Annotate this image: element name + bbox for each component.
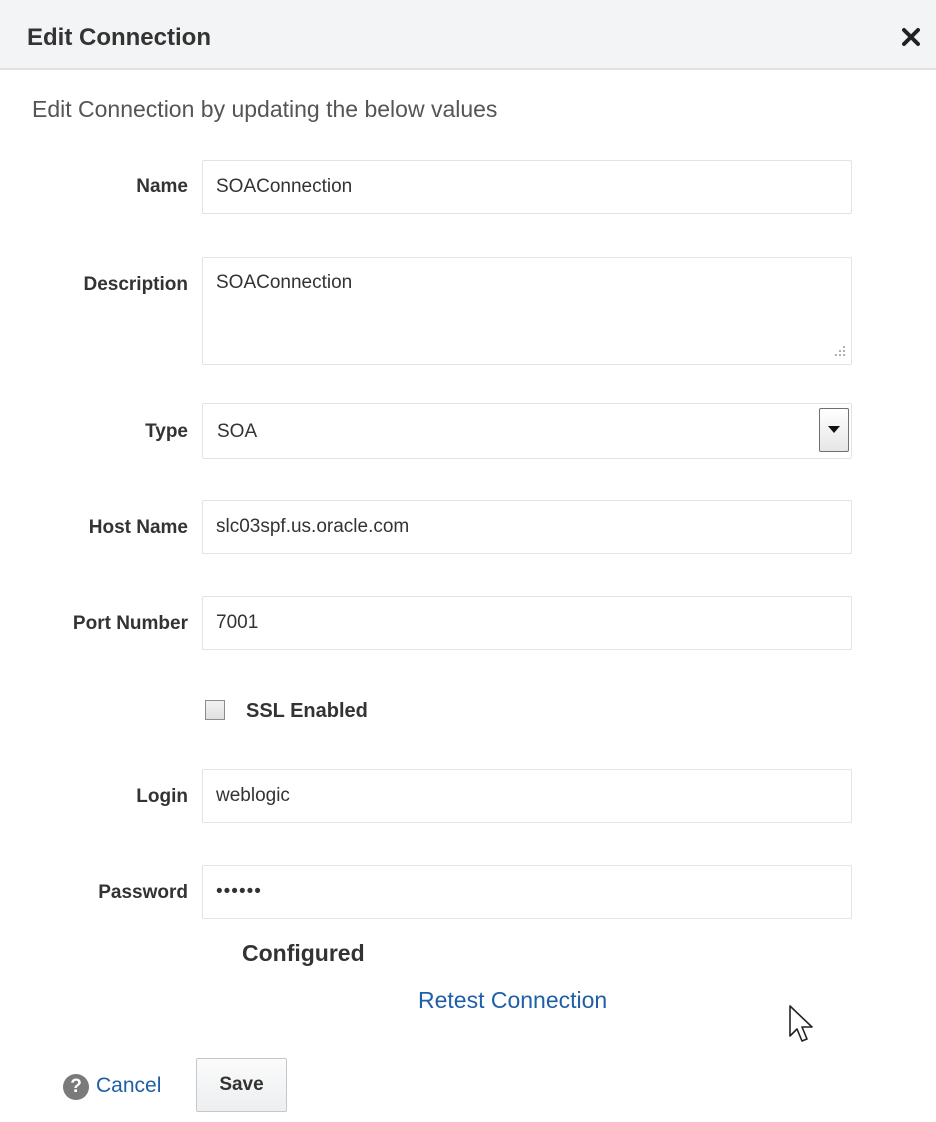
save-button[interactable]: Save (196, 1058, 287, 1112)
cancel-link[interactable]: Cancel (96, 1074, 161, 1098)
dialog-subtitle: Edit Connection by updating the below va… (32, 96, 498, 122)
type-select-value: SOA (217, 421, 258, 442)
ssl-enabled-label[interactable]: SSL Enabled (246, 700, 368, 723)
close-button[interactable] (896, 22, 926, 52)
type-select[interactable]: SOA (202, 403, 852, 459)
port-number-label: Port Number (72, 613, 188, 634)
close-icon (902, 28, 920, 46)
ssl-enabled-checkbox[interactable] (205, 700, 225, 720)
type-label: Type (145, 421, 188, 442)
dialog-title: Edit Connection (27, 24, 211, 51)
description-textarea[interactable]: SOAConnection (202, 257, 852, 365)
mouse-pointer-icon (789, 1005, 813, 1042)
password-label: Password (98, 882, 188, 903)
help-icon[interactable]: ? (63, 1074, 89, 1100)
help-icon-glyph: ? (70, 1076, 82, 1097)
type-dropdown-button[interactable] (819, 408, 849, 452)
host-name-label: Host Name (88, 517, 188, 538)
login-input[interactable] (202, 769, 852, 823)
host-name-input[interactable] (202, 500, 852, 554)
description-label: Description (83, 274, 188, 295)
retest-connection-link[interactable]: Retest Connection (418, 987, 607, 1014)
resize-grip-icon[interactable] (834, 345, 846, 357)
name-input[interactable] (202, 160, 852, 214)
connection-status: Configured (242, 940, 365, 966)
name-label: Name (136, 176, 188, 197)
dialog-header: Edit Connection (0, 0, 936, 70)
login-label: Login (136, 786, 188, 807)
password-input[interactable] (202, 865, 852, 919)
port-number-input[interactable] (202, 596, 852, 650)
chevron-down-icon (828, 426, 840, 433)
